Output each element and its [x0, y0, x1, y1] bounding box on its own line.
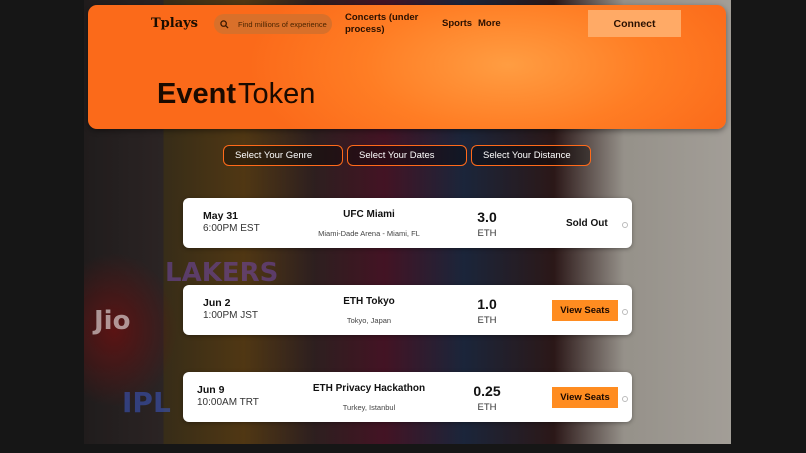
event-location: Turkey, Istanbul — [342, 403, 396, 412]
nav-concerts[interactable]: Concerts (under process) — [345, 12, 425, 36]
brand-logo[interactable]: Tplays — [151, 16, 198, 31]
page: Jio IPL LAKERS Tplays Concerts (under pr… — [0, 0, 806, 453]
search-input[interactable] — [234, 19, 330, 29]
event-price: 0.25 — [473, 383, 501, 399]
event-time: 1:00PM JST — [203, 310, 259, 321]
event-price: 1.0 — [477, 296, 497, 312]
event-day: May 31 — [203, 210, 239, 222]
event-location: Miami-Dade Arena - Miami, FL — [318, 229, 420, 238]
background-mark-ipl: IPL — [122, 386, 171, 419]
search-icon — [214, 14, 234, 34]
background-mark-lakers: LAKERS — [165, 258, 279, 288]
distance-filter[interactable]: Select Your Distance — [471, 145, 591, 166]
event-day: Jun 2 — [203, 297, 231, 309]
connect-button[interactable]: Connect — [588, 10, 681, 37]
event-time: 6:00PM EST — [203, 223, 260, 234]
event-day: Jun 9 — [197, 384, 225, 396]
event-location: Tokyo, Japan — [346, 316, 392, 325]
event-card[interactable]: May 31 6:00PM EST UFC Miami Miami-Dade A… — [183, 198, 632, 248]
event-currency: ETH — [477, 402, 497, 413]
background-mark-jio: Jio — [94, 306, 131, 336]
event-date: Jun 2 1:00PM JST — [203, 297, 273, 321]
view-seats-button[interactable]: View Seats — [552, 300, 618, 321]
event-name: UFC Miami — [343, 209, 395, 220]
genre-filter[interactable]: Select Your Genre — [223, 145, 343, 166]
event-price: 3.0 — [477, 209, 497, 225]
nav-more[interactable]: More — [478, 18, 501, 30]
event-time: 10:00AM TRT — [197, 397, 259, 408]
event-card[interactable]: Jun 2 1:00PM JST ETH Tokyo Tokyo, Japan … — [183, 285, 632, 335]
title-light: Token — [237, 78, 316, 110]
event-name: ETH Tokyo — [343, 296, 395, 307]
dates-filter[interactable]: Select Your Dates — [347, 145, 467, 166]
search-bar[interactable] — [214, 14, 332, 34]
select-radio[interactable] — [622, 309, 628, 315]
hero-header: Tplays Concerts (under process) Sports M… — [88, 5, 726, 129]
title-bold: Event — [157, 78, 236, 110]
event-date: Jun 9 10:00AM TRT — [197, 384, 267, 408]
nav-sports[interactable]: Sports — [442, 18, 472, 30]
sold-out-label: Sold Out — [566, 218, 608, 229]
page-title: EventToken — [157, 78, 315, 111]
event-currency: ETH — [477, 228, 497, 239]
event-name: ETH Privacy Hackathon — [312, 383, 426, 394]
select-radio[interactable] — [622, 222, 628, 228]
view-seats-button[interactable]: View Seats — [552, 387, 618, 408]
event-date: May 31 6:00PM EST — [203, 210, 273, 234]
event-currency: ETH — [477, 315, 497, 326]
select-radio[interactable] — [622, 396, 628, 402]
event-card[interactable]: Jun 9 10:00AM TRT ETH Privacy Hackathon … — [183, 372, 632, 422]
